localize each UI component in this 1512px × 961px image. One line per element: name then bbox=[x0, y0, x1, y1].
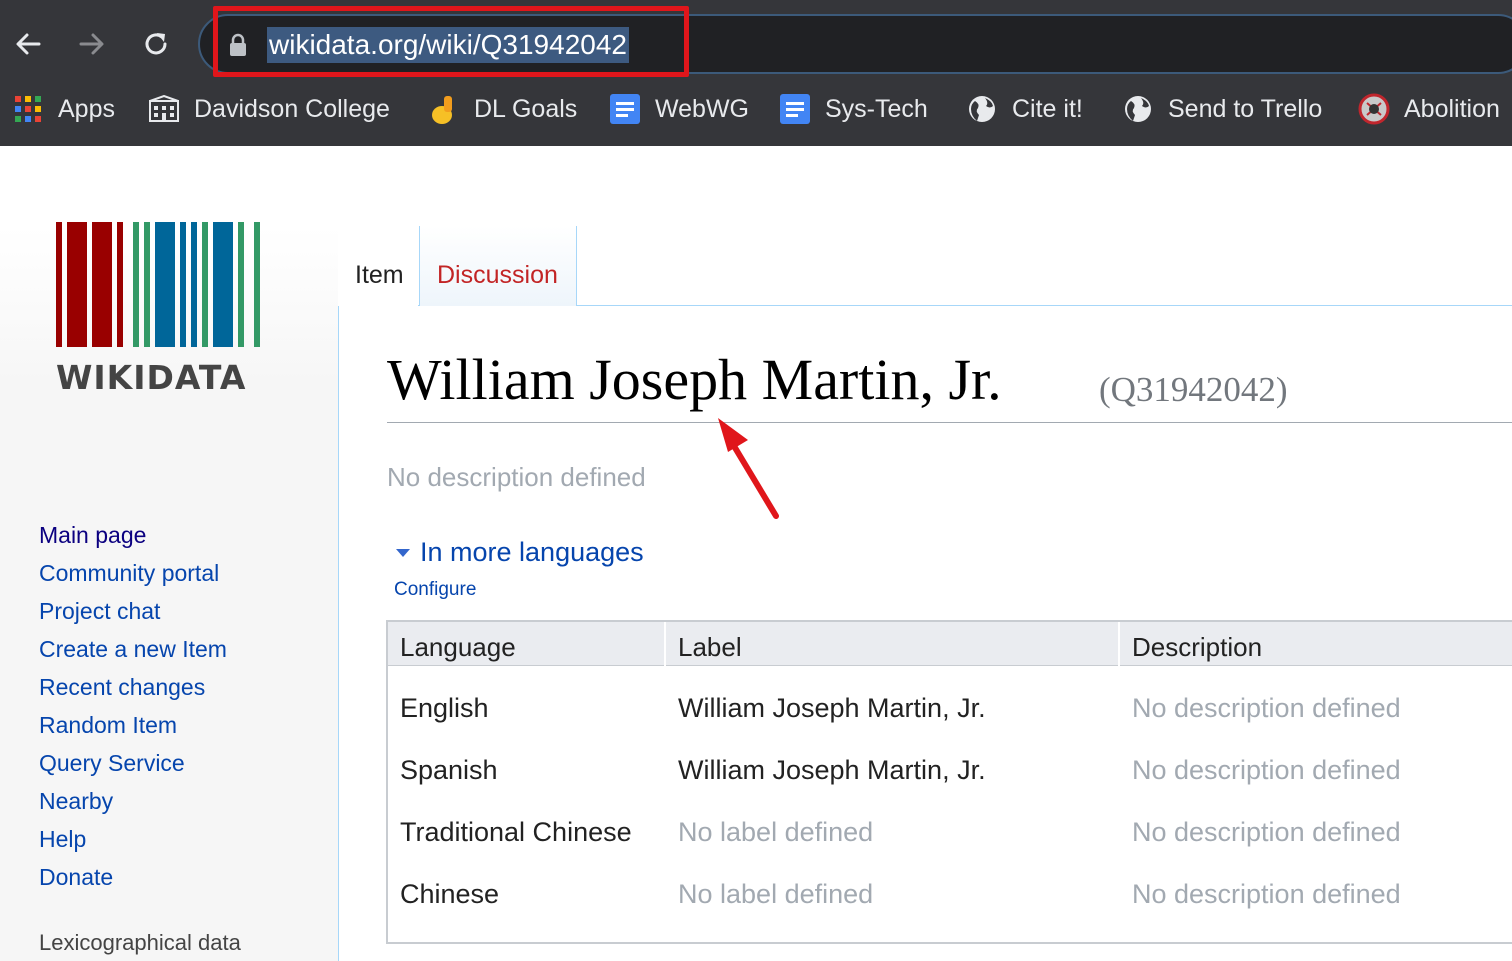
back-arrow-icon bbox=[16, 33, 41, 55]
row-label[interactable]: No label defined bbox=[678, 879, 873, 910]
reload-button[interactable] bbox=[134, 22, 178, 66]
sidebar-link[interactable]: Donate bbox=[39, 864, 113, 890]
sidebar-navigation: Main page Community portal Project chat … bbox=[39, 518, 227, 898]
header-language: Language bbox=[400, 632, 516, 662]
bookmark-label: WebWG bbox=[655, 94, 749, 123]
entity-description[interactable]: No description defined bbox=[387, 462, 646, 493]
sidebar-item-community-portal[interactable]: Community portal bbox=[39, 556, 227, 594]
sidebar-link[interactable]: Main page bbox=[39, 522, 146, 548]
sidebar-link[interactable]: Community portal bbox=[39, 560, 219, 586]
sidebar-item-main-page[interactable]: Main page bbox=[39, 518, 227, 556]
reload-icon bbox=[145, 33, 167, 55]
sidebar-item-recent-changes[interactable]: Recent changes bbox=[39, 670, 227, 708]
globe-icon bbox=[966, 93, 998, 125]
bookmark-send-to-trello[interactable]: Send to Trello bbox=[1122, 88, 1322, 130]
row-description[interactable]: No description defined bbox=[1132, 755, 1401, 786]
forward-arrow-icon bbox=[79, 33, 104, 55]
abolition-icon bbox=[1358, 93, 1390, 125]
sidebar-item-query-service[interactable]: Query Service bbox=[39, 746, 227, 784]
triangle-down-icon bbox=[396, 548, 410, 557]
sidebar-link[interactable]: Query Service bbox=[39, 750, 185, 776]
wikidata-wordmark: WIKIDATA bbox=[56, 358, 247, 397]
in-more-languages-label[interactable]: In more languages bbox=[420, 537, 644, 568]
bookmark-sys-tech[interactable]: Sys-Tech bbox=[779, 88, 928, 130]
sidebar-link[interactable]: Nearby bbox=[39, 788, 113, 814]
sidebar-section-heading: Lexicographical data bbox=[39, 930, 241, 955]
bookmark-cite-it[interactable]: Cite it! bbox=[966, 88, 1083, 130]
row-language: Spanish bbox=[400, 755, 498, 785]
forward-button[interactable] bbox=[70, 22, 114, 66]
google-docs-icon bbox=[779, 93, 811, 125]
bookmark-davidson-college[interactable]: Davidson College bbox=[148, 88, 390, 130]
row-label[interactable]: No label defined bbox=[678, 817, 873, 848]
row-label[interactable]: William Joseph Martin, Jr. bbox=[678, 755, 986, 786]
sidebar-item-project-chat[interactable]: Project chat bbox=[39, 594, 227, 632]
bookmarks-bar: Apps Davidson College DL Goals WebWG Sys… bbox=[0, 88, 1512, 130]
sidebar-item-help[interactable]: Help bbox=[39, 822, 227, 860]
sidebar-link[interactable]: Help bbox=[39, 826, 86, 852]
bookmark-label: Send to Trello bbox=[1168, 94, 1323, 123]
row-language: English bbox=[400, 693, 489, 723]
row-label[interactable]: William Joseph Martin, Jr. bbox=[678, 693, 986, 724]
building-icon bbox=[148, 93, 180, 125]
row-language: Traditional Chinese bbox=[400, 817, 632, 847]
bookmark-label: Davidson College bbox=[194, 94, 390, 123]
entity-id: (Q31942042) bbox=[1099, 370, 1288, 409]
annotation-highlight-box bbox=[213, 6, 689, 77]
row-description[interactable]: No description defined bbox=[1132, 879, 1401, 910]
page-title: William Joseph Martin, Jr. bbox=[387, 347, 1002, 412]
bookmark-abolition[interactable]: Abolition bbox=[1358, 88, 1500, 130]
configure-link[interactable]: Configure bbox=[394, 579, 476, 601]
bookmark-dl-goals[interactable]: DL Goals bbox=[428, 88, 577, 130]
sidebar-item-donate[interactable]: Donate bbox=[39, 860, 227, 898]
goals-icon bbox=[428, 93, 460, 125]
bookmark-webwg[interactable]: WebWG bbox=[609, 88, 749, 130]
bookmark-label: Cite it! bbox=[1012, 94, 1083, 123]
sidebar-link[interactable]: Recent changes bbox=[39, 674, 205, 700]
row-description[interactable]: No description defined bbox=[1132, 693, 1401, 724]
row-language: Chinese bbox=[400, 879, 500, 909]
apps-grid-icon bbox=[12, 93, 44, 125]
bookmark-label: Abolition bbox=[1404, 94, 1500, 123]
annotation-arrow-icon bbox=[718, 418, 779, 519]
sidebar-link[interactable]: Random Item bbox=[39, 712, 177, 738]
languages-table: Language Label Description English Willi… bbox=[386, 620, 1512, 944]
bookmark-apps[interactable]: Apps bbox=[12, 88, 115, 130]
title-divider bbox=[387, 422, 1512, 423]
sidebar-link[interactable]: Create a new Item bbox=[39, 636, 227, 662]
bookmark-label: Apps bbox=[58, 94, 115, 123]
in-more-languages-toggle[interactable]: In more languages bbox=[394, 537, 644, 568]
sidebar-item-nearby[interactable]: Nearby bbox=[39, 784, 227, 822]
bookmark-label: Sys-Tech bbox=[825, 94, 928, 123]
header-label: Label bbox=[678, 632, 742, 662]
back-button[interactable] bbox=[6, 22, 50, 66]
header-description: Description bbox=[1132, 632, 1263, 662]
sidebar-item-create-new-item[interactable]: Create a new Item bbox=[39, 632, 227, 670]
sidebar-link[interactable]: Project chat bbox=[39, 598, 160, 624]
tab-item-label[interactable]: Item bbox=[355, 261, 404, 290]
bookmark-label: DL Goals bbox=[474, 94, 578, 123]
row-description[interactable]: No description defined bbox=[1132, 817, 1401, 848]
google-docs-icon bbox=[609, 93, 641, 125]
globe-icon bbox=[1122, 93, 1154, 125]
tab-discussion-label[interactable]: Discussion bbox=[437, 261, 558, 290]
sidebar-item-random-item[interactable]: Random Item bbox=[39, 708, 227, 746]
